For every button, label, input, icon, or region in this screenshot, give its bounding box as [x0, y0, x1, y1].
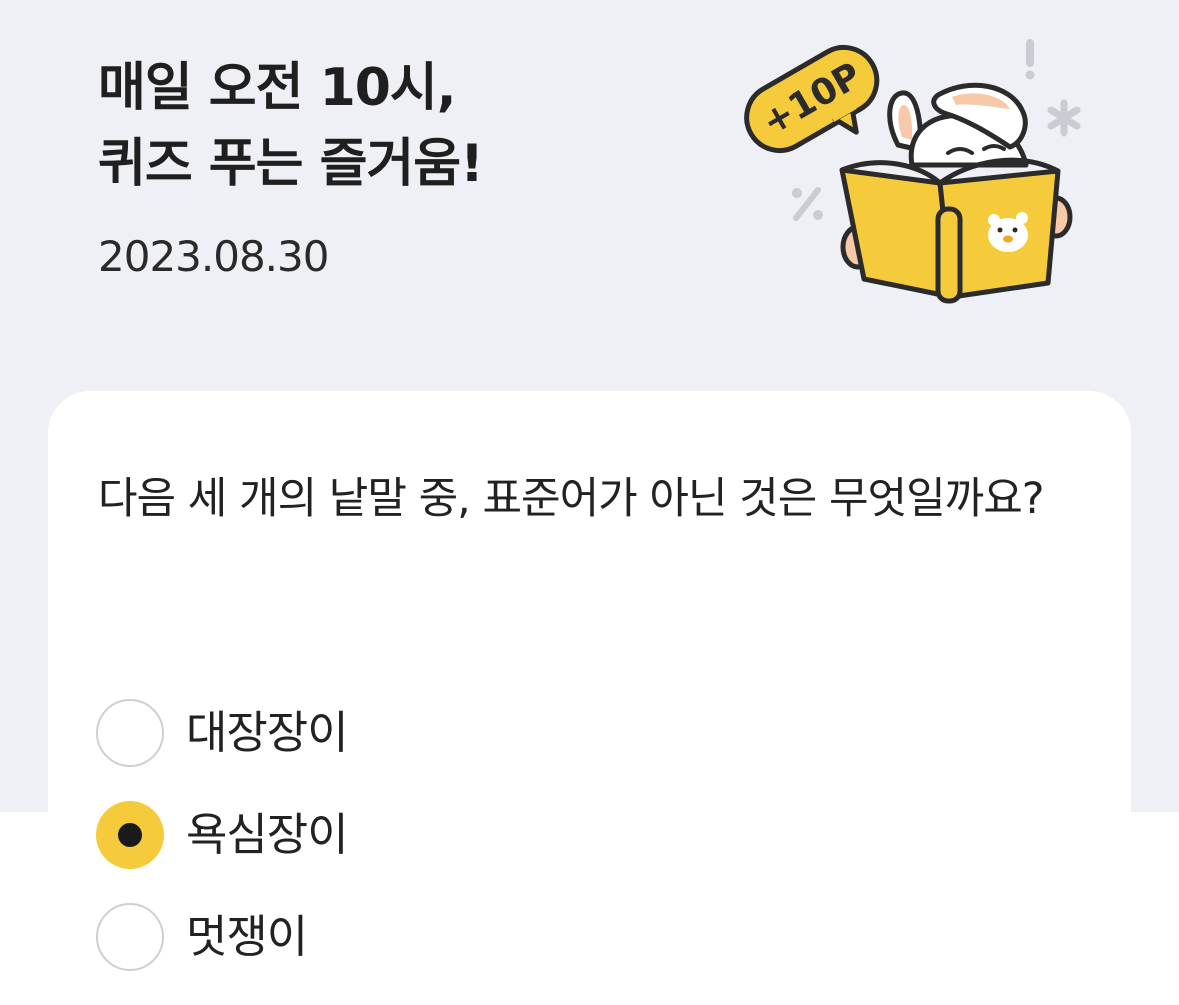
- page-title: 매일 오전 10시, 퀴즈 푸는 즐거움!: [98, 50, 484, 202]
- answer-option-1[interactable]: 대장장이: [96, 697, 349, 769]
- title-line-1: 매일 오전 10시,: [98, 58, 457, 118]
- asterisk-icon: [1047, 99, 1081, 137]
- answer-option-3-label: 멋쟁이: [186, 910, 308, 963]
- answer-option-2[interactable]: 욕심장이: [96, 799, 349, 871]
- yellow-book: [839, 157, 1061, 304]
- rabbit-reading-illustration: +10P: [744, 39, 1081, 304]
- exclamation-icon: [1025, 39, 1035, 80]
- radio-button-2-selected[interactable]: [96, 801, 164, 869]
- radio-button-3[interactable]: [96, 903, 164, 971]
- percent-icon: [792, 187, 823, 221]
- answer-option-1-label: 대장장이: [186, 706, 349, 759]
- title-line-2: 퀴즈 푸는 즐거움!: [98, 134, 484, 194]
- radio-button-1[interactable]: [96, 699, 164, 767]
- points-speech-bubble: +10P: [744, 45, 880, 153]
- radio-selected-dot: [118, 823, 142, 847]
- quiz-date: 2023.08.30: [98, 232, 329, 281]
- quiz-question: 다음 세 개의 낱말 중, 표준어가 아닌 것은 무엇일까요?: [98, 474, 1045, 524]
- bear-face-icon: [988, 212, 1028, 252]
- answer-option-2-label: 욕심장이: [186, 808, 349, 861]
- answer-option-3[interactable]: 멋쟁이: [96, 901, 308, 973]
